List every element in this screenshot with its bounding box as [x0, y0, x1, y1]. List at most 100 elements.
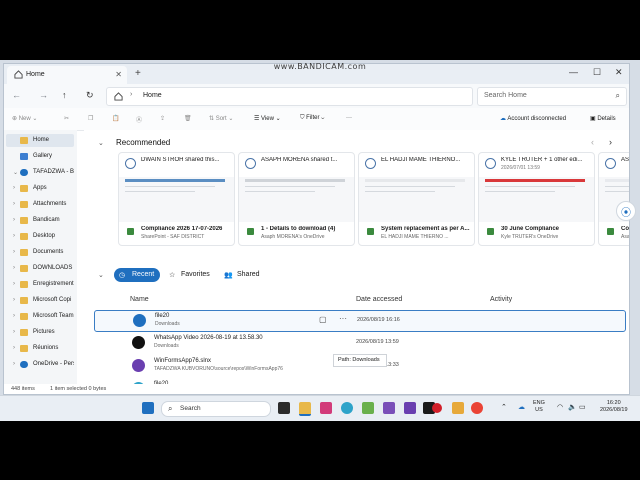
recommended-card[interactable]: EL HADJI MAME THIERNO... System replaceme… — [358, 152, 475, 246]
card-file-name: 30 June Compliance — [501, 226, 560, 232]
sidebar-item[interactable]: › Desktop — [6, 230, 74, 243]
chrome-icon[interactable] — [471, 402, 483, 414]
card-footer: 30 June Compliance Kyle TRUTER's OneDrive — [479, 223, 594, 245]
recommended-card[interactable]: ASA Co Asa — [598, 152, 629, 246]
back-arrow-icon[interactable]: ← — [12, 90, 21, 100]
tab-favorites[interactable]: ☆ Favorites — [166, 268, 216, 282]
forward-arrow-icon[interactable]: → — [39, 90, 48, 100]
new-button[interactable]: ⊕ New ⌄ — [12, 115, 37, 122]
expand-chevron-icon[interactable]: › — [13, 329, 15, 335]
column-name[interactable]: Name — [130, 296, 149, 303]
file-explorer-icon[interactable] — [299, 402, 311, 416]
file-type-icon — [487, 228, 494, 235]
sidebar-item[interactable]: › Bandicam — [6, 214, 74, 227]
visual-studio-icon[interactable] — [383, 402, 395, 414]
start-windows-icon[interactable] — [142, 402, 154, 414]
carousel-prev-icon[interactable]: ‹ — [591, 137, 594, 147]
tray-chevron-icon[interactable]: ⌃ — [501, 404, 507, 411]
column-activity[interactable]: Activity — [490, 296, 512, 303]
volume-icon[interactable]: 🔈 — [568, 404, 577, 411]
expand-chevron-icon[interactable]: › — [13, 297, 15, 303]
preview-bar — [605, 179, 629, 182]
expand-chevron-icon[interactable]: › — [13, 201, 15, 207]
expand-chevron-icon[interactable]: › — [13, 249, 15, 255]
recommended-card[interactable]: DWAIN STROH shared this... Compliance 202… — [118, 152, 235, 246]
file-row[interactable]: WhatsApp Video 2026-08-19 at 13.58.30 Dow… — [94, 333, 624, 353]
task-view-icon[interactable] — [278, 402, 290, 414]
sidebar-item[interactable]: › Apps — [6, 182, 74, 195]
sidebar-item[interactable]: › Attachments — [6, 198, 74, 211]
sidebar-item[interactable]: › Microsoft Team — [6, 310, 74, 323]
more-options-button[interactable]: ··· — [346, 115, 352, 121]
app-icon-1[interactable] — [320, 402, 332, 414]
details-button[interactable]: ▣ Details — [590, 115, 616, 122]
expand-chevron-icon[interactable]: › — [13, 217, 15, 223]
tab-shared-label: Shared — [237, 271, 260, 278]
battery-icon[interactable]: ▭ — [579, 404, 586, 411]
collapse-recent-icon[interactable]: ⌄ — [98, 271, 104, 279]
taskbar-search[interactable]: ⌕ Search — [161, 401, 271, 417]
edge-icon[interactable] — [341, 402, 353, 414]
paste-icon[interactable]: 📋 — [112, 115, 119, 122]
sidebar-item[interactable]: Gallery — [6, 150, 74, 163]
up-arrow-icon[interactable]: ↑ — [62, 90, 67, 100]
account-disconnected-button[interactable]: ☁ Account disconnected — [500, 115, 566, 122]
onedrive-tray-icon[interactable]: ☁ — [518, 404, 525, 411]
filter-button[interactable]: ⛉ Filter ⌄ — [300, 115, 324, 122]
language-indicator[interactable]: ENG US — [533, 400, 545, 414]
clock[interactable]: 16:20 2026/08/19 — [600, 400, 628, 414]
app-icon-4[interactable] — [452, 402, 464, 414]
more-options-icon[interactable]: ··· — [339, 314, 347, 323]
tab-shared[interactable]: 👥 Shared — [221, 268, 266, 282]
expand-chevron-icon[interactable]: › — [13, 281, 15, 287]
expand-chevron-icon[interactable]: › — [13, 185, 15, 191]
visual-studio-icon-2[interactable] — [404, 402, 416, 414]
sidebar-item[interactable]: › OneDrive - Perso — [6, 358, 74, 371]
sidebar-item[interactable]: Home — [6, 134, 74, 147]
bandicam-watermark: www.BANDICAM.com — [273, 62, 367, 71]
carousel-next-icon[interactable]: › — [609, 137, 612, 147]
sidebar-item[interactable]: › Documents — [6, 246, 74, 259]
view-button[interactable]: ☰ View ⌄ — [254, 115, 281, 122]
sort-button[interactable]: ⇅ Sort ⌄ — [209, 115, 233, 122]
expand-chevron-icon[interactable]: › — [13, 265, 15, 271]
expand-chevron-icon[interactable]: › — [13, 361, 15, 367]
folder-icon — [20, 313, 28, 320]
cut-icon[interactable]: ✂ — [64, 115, 69, 122]
card-header: DWAIN STROH shared this... — [119, 153, 234, 175]
share-icon[interactable]: ⇪ — [160, 115, 165, 122]
expand-chevron-icon[interactable]: › — [13, 233, 15, 239]
search-input[interactable]: Search Home ⌕ — [477, 87, 627, 106]
expand-chevron-icon[interactable]: › — [13, 345, 15, 351]
sidebar-item[interactable]: › DOWNLOADS — [6, 262, 74, 275]
open-location-icon[interactable]: ▢ — [319, 315, 327, 324]
copy-icon[interactable]: ❐ — [88, 115, 93, 122]
wifi-icon[interactable]: ◠ — [557, 404, 563, 411]
address-input[interactable]: › Home — [106, 87, 473, 106]
refresh-icon[interactable]: ↻ — [86, 90, 94, 101]
sidebar-item[interactable]: › Microsoft Copi — [6, 294, 74, 307]
recommended-card[interactable]: ASAPH MORENA shared t... 1 - Details to d… — [238, 152, 355, 246]
file-type-icon — [247, 228, 254, 235]
column-date-accessed[interactable]: Date accessed — [356, 296, 402, 303]
delete-icon[interactable]: 🗑 — [184, 115, 192, 122]
preview-line — [485, 191, 555, 192]
sidebar-item[interactable]: › Réunions — [6, 342, 74, 355]
file-row[interactable]: file20 Downloads 2026/08/19 16:16 ▢ ··· — [94, 310, 626, 332]
sidebar-item[interactable]: ⌄ TAFADZWA - Bu — [6, 166, 74, 179]
file-date: 2026/08/19 13:59 — [356, 339, 399, 345]
app-icon-2[interactable] — [362, 402, 374, 414]
recommended-card[interactable]: KYLE TRUTER + 1 other edi... 2026/07/01 1… — [478, 152, 595, 246]
sidebar-item[interactable]: › Pictures — [6, 326, 74, 339]
collapse-recommended-icon[interactable]: ⌄ — [98, 139, 104, 147]
expand-chevron-icon[interactable]: › — [13, 313, 15, 319]
recommended-title: Recommended — [116, 138, 171, 147]
sidebar-item[interactable]: › Enregistrement — [6, 278, 74, 291]
tab-close-icon[interactable]: ✕ — [115, 70, 122, 79]
assistant-icon[interactable]: ⦿ — [616, 201, 636, 221]
tab-recent[interactable]: ◷ Recent — [114, 268, 160, 282]
rename-icon[interactable]: Ⓐ — [136, 115, 142, 124]
expand-chevron-icon[interactable]: ⌄ — [13, 169, 18, 176]
record-icon[interactable] — [432, 403, 442, 413]
cloud-icon — [20, 361, 28, 368]
